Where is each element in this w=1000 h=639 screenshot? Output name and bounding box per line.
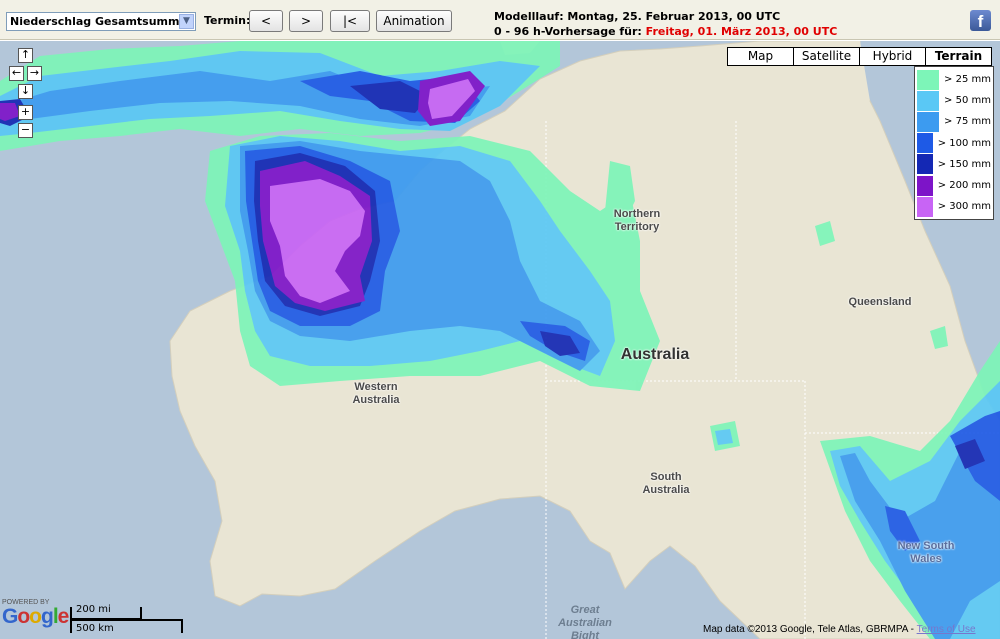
legend-row: > 50 mm: [917, 90, 991, 111]
legend-row: > 75 mm: [917, 111, 991, 132]
forecast-prefix: 0 - 96 h-Vorhersage für:: [494, 25, 646, 38]
legend-label: > 75 mm: [944, 116, 991, 128]
scale-km-label: 500 km: [76, 623, 114, 634]
run-info: Modelllauf: Montag, 25. Februar 2013, 00…: [494, 9, 837, 39]
forecast-line: 0 - 96 h-Vorhersage für: Freitag, 01. Mä…: [494, 24, 837, 39]
top-toolbar: Niederschlag Gesamtsumme ▼ Termin: < > |…: [0, 0, 1000, 40]
legend-label: > 150 mm: [937, 158, 991, 170]
scale-bar-divider: [70, 619, 183, 621]
legend-swatch: [917, 175, 933, 196]
label-great-australian-bight: Great Australian Bight: [558, 604, 612, 639]
legend-row: > 150 mm: [917, 154, 991, 175]
pan-left-button[interactable]: ←: [9, 66, 24, 81]
map-terrain: [0, 41, 1000, 639]
chevron-down-icon[interactable]: ▼: [179, 14, 194, 29]
legend-row: > 25 mm: [917, 69, 991, 90]
legend-swatch: [917, 154, 933, 175]
label-western-australia: Western Australia: [352, 381, 400, 406]
next-button[interactable]: >: [289, 10, 323, 32]
forecast-date: Freitag, 01. März 2013, 00 UTC: [645, 25, 838, 38]
legend-label: > 200 mm: [937, 180, 991, 192]
pan-right-button[interactable]: →: [27, 66, 42, 81]
map-type-terrain-button[interactable]: Terrain: [925, 47, 992, 66]
animation-button[interactable]: Animation: [376, 10, 452, 32]
facebook-icon[interactable]: f: [970, 10, 991, 31]
legend-label: > 25 mm: [944, 74, 991, 86]
model-run-line: Modelllauf: Montag, 25. Februar 2013, 00…: [494, 10, 781, 23]
pan-down-button[interactable]: ↓: [18, 84, 33, 99]
termin-label: Termin:: [204, 14, 251, 27]
terms-of-use-link[interactable]: Terms of Use: [917, 624, 976, 635]
map-canvas[interactable]: ↑ ← → ↓ + − Map Satellite Hybrid Terrain…: [0, 41, 1000, 639]
product-select[interactable]: Niederschlag Gesamtsumme ▼: [6, 12, 196, 31]
pan-up-button[interactable]: ↑: [18, 48, 33, 63]
legend-swatch: [917, 90, 940, 111]
legend-row: > 100 mm: [917, 133, 991, 154]
map-type-map-button[interactable]: Map: [727, 47, 794, 66]
scale-mi-label: 200 mi: [76, 604, 111, 615]
google-logo[interactable]: POWERED BY Google: [2, 599, 69, 628]
legend-swatch: [917, 196, 933, 217]
label-australia: Australia: [620, 346, 690, 363]
map-type-switcher: Map Satellite Hybrid Terrain: [727, 47, 992, 66]
product-select-value: Niederschlag Gesamtsumme: [10, 15, 187, 28]
legend-row: > 200 mm: [917, 175, 991, 196]
map-type-hybrid-button[interactable]: Hybrid: [859, 47, 926, 66]
legend-swatch: [917, 133, 933, 154]
google-wordmark: Google: [2, 605, 69, 628]
legend-swatch: [917, 69, 940, 90]
rain-50-sa-patch: [715, 429, 733, 445]
legend-label: > 100 mm: [937, 137, 991, 149]
label-northern-territory: Northern Territory: [613, 208, 661, 233]
map-attribution: Map data ©2013 Google, Tele Atlas, GBRMP…: [703, 624, 976, 635]
label-new-south-wales: New South Wales: [897, 540, 955, 565]
label-queensland: Queensland: [848, 296, 912, 308]
map-type-satellite-button[interactable]: Satellite: [793, 47, 860, 66]
legend-swatch: [917, 111, 940, 132]
scale-bar: 200 mi 500 km: [68, 604, 188, 637]
legend-label: > 50 mm: [944, 95, 991, 107]
legend-row: > 300 mm: [917, 196, 991, 217]
zoom-out-button[interactable]: −: [18, 123, 33, 138]
attribution-text: Map data ©2013 Google, Tele Atlas, GBRMP…: [703, 624, 917, 635]
previous-button[interactable]: <: [249, 10, 283, 32]
precipitation-legend: > 25 mm > 50 mm > 75 mm > 100 mm > 150 mm > 2…: [914, 66, 994, 221]
zoom-in-button[interactable]: +: [18, 105, 33, 120]
legend-label: > 300 mm: [937, 201, 991, 213]
first-button[interactable]: |<: [330, 10, 370, 32]
label-south-australia: South Australia: [642, 471, 690, 496]
